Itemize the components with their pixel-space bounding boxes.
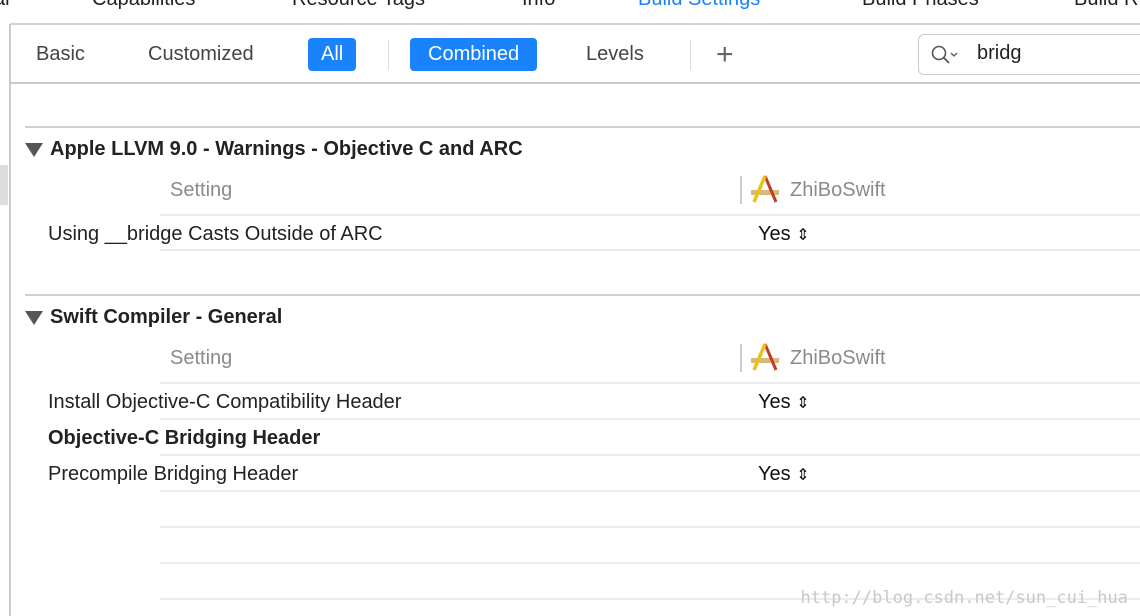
setting-name: Objective-C Bridging Header bbox=[48, 427, 321, 449]
section-divider bbox=[25, 126, 1140, 128]
left-border bbox=[9, 24, 11, 616]
tab-resource-tags[interactable]: Resource Tags bbox=[292, 0, 425, 11]
divider bbox=[10, 82, 1140, 84]
setting-column-header: Setting bbox=[170, 179, 233, 201]
tab-info[interactable]: Info bbox=[522, 0, 555, 11]
search-field[interactable]: bridg bbox=[918, 34, 1140, 75]
setting-name: Using __bridge Casts Outside of ARC bbox=[48, 223, 383, 245]
section-divider bbox=[25, 294, 1140, 296]
xcode-app-icon bbox=[751, 175, 779, 203]
updown-chevron-icon: ⇕ bbox=[796, 467, 810, 484]
updown-chevron-icon: ⇕ bbox=[796, 227, 810, 244]
divider bbox=[10, 23, 1140, 25]
disclosure-triangle-icon[interactable] bbox=[25, 142, 43, 157]
xcode-app-icon bbox=[751, 343, 779, 371]
search-icon bbox=[931, 45, 958, 64]
setting-name: Precompile Bridging Header bbox=[48, 463, 299, 485]
setting-value-field[interactable] bbox=[758, 427, 1138, 451]
section-title: Swift Compiler - General bbox=[50, 306, 283, 328]
setting-column-header: Setting bbox=[170, 347, 233, 369]
row-divider bbox=[160, 249, 1140, 251]
section-header[interactable]: Apple LLVM 9.0 - Warnings - Objective C … bbox=[25, 138, 523, 161]
watermark: http://blog.csdn.net/sun_cui_hua bbox=[800, 588, 1128, 608]
tab-general[interactable]: al bbox=[0, 0, 10, 11]
separator bbox=[690, 40, 691, 70]
target-column-header: ZhiBoSwift bbox=[790, 179, 886, 201]
disclosure-triangle-icon[interactable] bbox=[25, 310, 43, 325]
tab-build-phases[interactable]: Build Phases bbox=[862, 0, 979, 11]
section-header[interactable]: Swift Compiler - General bbox=[25, 306, 282, 329]
separator bbox=[388, 40, 389, 70]
filter-customized[interactable]: Customized bbox=[148, 38, 254, 71]
add-setting-button[interactable]: + bbox=[716, 38, 734, 71]
row-divider bbox=[160, 454, 1140, 456]
tab-build-rules[interactable]: Build R bbox=[1074, 0, 1138, 11]
row-divider bbox=[160, 490, 1140, 492]
setting-value-popup[interactable]: Yes ⇕ bbox=[758, 223, 810, 246]
setting-name: Install Objective-C Compatibility Header bbox=[48, 391, 402, 413]
column-separator bbox=[740, 344, 742, 372]
updown-chevron-icon: ⇕ bbox=[796, 395, 810, 412]
section-title: Apple LLVM 9.0 - Warnings - Objective C … bbox=[50, 138, 523, 160]
row-divider bbox=[160, 382, 1140, 384]
filter-all[interactable]: All bbox=[308, 38, 357, 71]
tab-build-settings[interactable]: Build Settings bbox=[638, 0, 760, 11]
setting-value-popup[interactable]: Yes ⇕ bbox=[758, 391, 810, 414]
row-divider bbox=[160, 418, 1140, 420]
filter-basic[interactable]: Basic bbox=[36, 38, 85, 71]
tab-capabilities[interactable]: Capabilities bbox=[92, 0, 195, 11]
row-divider bbox=[160, 214, 1140, 216]
target-column-header: ZhiBoSwift bbox=[790, 347, 886, 369]
row-divider bbox=[160, 562, 1140, 564]
column-separator bbox=[740, 176, 742, 204]
setting-value-popup[interactable]: Yes ⇕ bbox=[758, 463, 810, 486]
row-divider bbox=[160, 526, 1140, 528]
search-input[interactable]: bridg bbox=[977, 42, 1021, 65]
filter-levels[interactable]: Levels bbox=[586, 38, 644, 71]
sidebar-selection bbox=[0, 165, 8, 205]
filter-combined[interactable]: Combined bbox=[410, 38, 538, 71]
